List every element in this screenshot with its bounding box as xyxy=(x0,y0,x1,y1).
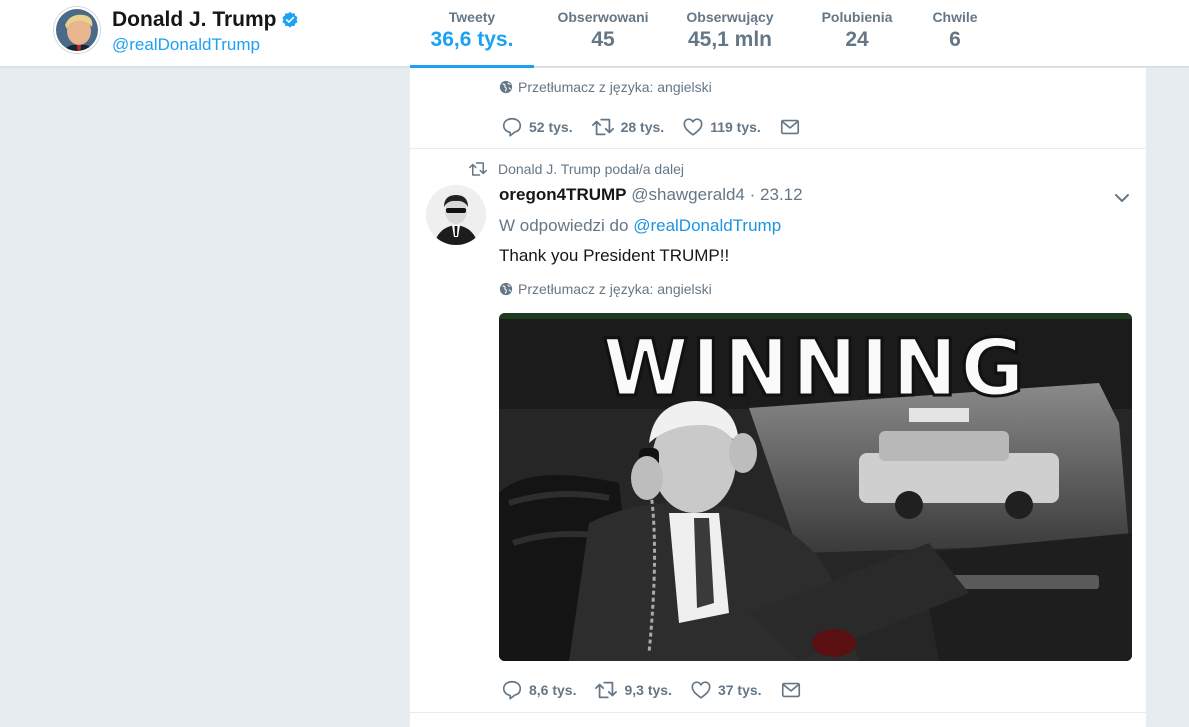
message-icon xyxy=(781,682,800,698)
translate-link[interactable]: Przetłumacz z języka: angielski xyxy=(499,281,712,297)
retweet-button[interactable]: 28 tys. xyxy=(591,116,665,138)
stat-likes-value: 24 xyxy=(845,28,869,51)
translate-link[interactable]: Przetłumacz z języka: angielski xyxy=(499,79,712,95)
stat-likes-label: Polubienia xyxy=(821,9,893,25)
stat-following-label: Obserwowani xyxy=(557,9,649,25)
tweet-author-avatar[interactable] xyxy=(426,185,486,245)
reply-to-prefix: W odpowiedzi do xyxy=(499,216,629,235)
profile-name[interactable]: Donald J. Trump xyxy=(112,8,299,32)
reply-to: W odpowiedzi do @realDonaldTrump xyxy=(499,216,781,236)
stat-tweets-label: Tweety xyxy=(448,9,496,25)
like-icon xyxy=(683,118,703,136)
tweet-media-image[interactable]: WINNING xyxy=(499,313,1132,661)
stat-tweets[interactable]: Tweety 36,6 tys. xyxy=(410,0,534,68)
stat-moments-value: 6 xyxy=(949,28,961,51)
retweet-icon xyxy=(469,162,487,176)
stat-moments-label: Chwile xyxy=(932,9,978,25)
retweet-icon xyxy=(595,681,618,699)
like-button[interactable]: 119 tys. xyxy=(682,116,761,138)
like-count: 119 tys. xyxy=(710,119,761,135)
profile-header: Donald J. Trump @realDonaldTrump Tweety … xyxy=(0,0,1189,68)
stat-followers[interactable]: Obserwujący 45,1 mln xyxy=(672,0,788,67)
reply-count: 8,6 tys. xyxy=(529,682,577,698)
tweet-actions: 8,6 tys. 9,3 tys. 37 tys. xyxy=(501,679,826,701)
tweet-date[interactable]: 23.12 xyxy=(760,185,803,204)
stat-likes[interactable]: Polubienia 24 xyxy=(788,0,926,67)
reply-count: 52 tys. xyxy=(529,119,573,135)
tweet-author-name[interactable]: oregon4TRUMP xyxy=(499,185,627,204)
retweet-count: 28 tys. xyxy=(620,119,665,135)
tweet-divider xyxy=(410,712,1146,713)
stat-followers-value: 45,1 mln xyxy=(687,28,773,51)
profile-stats: Tweety 36,6 tys. Obserwowani 45 Obserwuj… xyxy=(410,0,984,68)
retweet-context-label[interactable]: Donald J. Trump podał/a dalej xyxy=(498,161,684,177)
reply-icon xyxy=(502,117,522,137)
verified-icon xyxy=(281,11,299,29)
globe-icon xyxy=(499,282,513,296)
stat-following-value: 45 xyxy=(591,28,615,51)
like-icon xyxy=(691,681,711,699)
right-gutter xyxy=(1146,68,1189,727)
profile-avatar[interactable] xyxy=(54,7,100,53)
reply-icon xyxy=(502,680,522,700)
retweet-icon xyxy=(591,118,614,136)
stat-moments[interactable]: Chwile 6 xyxy=(926,0,984,67)
retweet-button[interactable]: 9,3 tys. xyxy=(594,679,672,701)
chevron-down-icon xyxy=(1115,194,1129,202)
stat-tweets-value: 36,6 tys. xyxy=(430,28,514,51)
message-icon xyxy=(780,119,799,135)
retweet-count: 9,3 tys. xyxy=(624,682,672,698)
stat-followers-label: Obserwujący xyxy=(686,9,774,25)
reply-button[interactable]: 8,6 tys. xyxy=(501,679,576,701)
timeline: Przetłumacz z języka: angielski 52 tys. … xyxy=(410,68,1146,727)
like-button[interactable]: 37 tys. xyxy=(690,679,762,701)
message-button[interactable] xyxy=(780,679,808,701)
reply-button[interactable]: 52 tys. xyxy=(501,116,573,138)
tweet-text: Thank you President TRUMP!! xyxy=(499,246,730,265)
retweet-context[interactable]: Donald J. Trump podał/a dalej xyxy=(468,160,684,178)
profile-name-text[interactable]: Donald J. Trump xyxy=(112,8,277,32)
tweet-author-handle[interactable]: @shawgerald4 xyxy=(631,185,745,204)
reply-to-mention[interactable]: @realDonaldTrump xyxy=(633,216,781,235)
translate-label[interactable]: Przetłumacz z języka: angielski xyxy=(518,281,712,297)
stat-following[interactable]: Obserwowani 45 xyxy=(534,0,672,67)
tweet-header: oregon4TRUMP @shawgerald4 · 23.12 xyxy=(499,185,803,205)
image-caption-text: WINNING xyxy=(603,324,1028,414)
like-count: 37 tys. xyxy=(717,682,762,698)
translate-label[interactable]: Przetłumacz z języka: angielski xyxy=(518,79,712,95)
tweet-divider xyxy=(410,148,1146,149)
tweet-separator: · xyxy=(749,185,756,204)
profile-handle[interactable]: @realDonaldTrump xyxy=(112,35,260,55)
tweet-photo: WINNING xyxy=(499,313,1132,661)
message-button[interactable] xyxy=(779,116,807,138)
tweet-actions: 52 tys. 28 tys. 119 tys. xyxy=(501,116,825,138)
globe-icon xyxy=(499,80,513,94)
tweet-menu-button[interactable] xyxy=(1112,188,1132,208)
